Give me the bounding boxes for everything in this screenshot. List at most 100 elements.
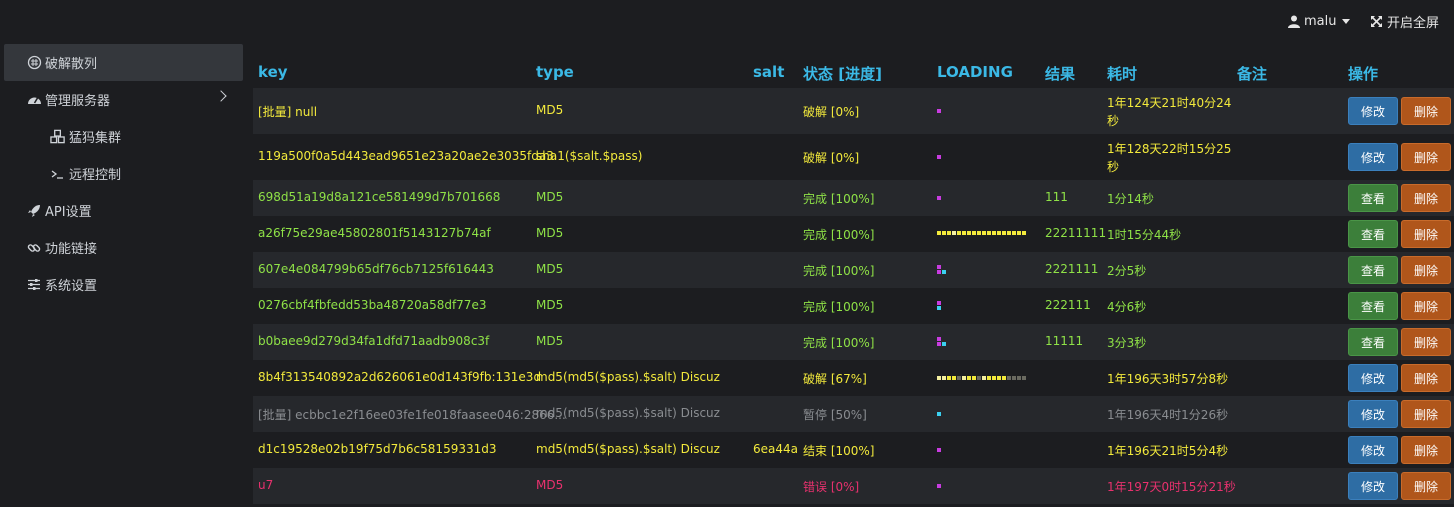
view-button[interactable]: 查看 xyxy=(1348,328,1398,356)
delete-button[interactable]: 删除 xyxy=(1401,472,1451,500)
sidebar-item-remote-control[interactable]: 远程控制 xyxy=(0,155,243,192)
column-header-loading: LOADING xyxy=(937,63,1013,81)
delete-button[interactable]: 删除 xyxy=(1401,220,1451,248)
loading-block xyxy=(997,231,1001,235)
key-cell: 698d51a19d8a121ce581499d7b701668 xyxy=(258,190,501,204)
key-cell: a26f75e29ae45802801f5143127b74af xyxy=(258,226,491,240)
key-cell: u7 xyxy=(258,478,274,492)
loading-block xyxy=(962,376,966,380)
result-cell: 22211111 xyxy=(1045,226,1107,240)
loading-block xyxy=(997,376,1001,380)
table-header: key type salt 状态 [进度] LOADING 结果 耗时 备注 操… xyxy=(253,52,1454,88)
table-body: [批量] null MD5 破解 [0%] 1年124天21时40分24 秒修改 删除 11… xyxy=(253,88,1454,504)
loading-block xyxy=(937,109,941,113)
type-cell: MD5 xyxy=(536,298,564,312)
sidebar-item-crack-hash[interactable]: 破解散列 xyxy=(4,44,243,81)
delete-button[interactable]: 删除 xyxy=(1401,328,1451,356)
time-cell: 1年128天22时15分25 xyxy=(1107,142,1232,156)
loading-block xyxy=(962,231,966,235)
table-row: 0276cbf4fbfedd53ba48720a58df77e3 MD5 完成 [1… xyxy=(253,288,1454,324)
time-cell-line2: 秒 xyxy=(1107,160,1120,174)
loading-indicator xyxy=(937,155,941,159)
time-cell: 1分14秒 xyxy=(1107,192,1154,206)
loading-block xyxy=(937,448,941,452)
type-cell: MD5 xyxy=(536,190,564,204)
delete-button[interactable]: 删除 xyxy=(1401,256,1451,284)
edit-button[interactable]: 修改 xyxy=(1348,364,1398,392)
sidebar-item-label: 远程控制 xyxy=(69,168,122,183)
key-cell: 119a500f0a5d443ead9651e23a20ae2e3035fda3 xyxy=(258,149,554,163)
loading-block xyxy=(937,376,941,380)
loading-block xyxy=(967,231,971,235)
fullscreen-button[interactable]: 开启全屏 xyxy=(1370,12,1439,31)
sidebar-item-system-settings[interactable]: 系统设置 xyxy=(0,266,243,303)
edit-button[interactable]: 修改 xyxy=(1348,400,1398,428)
loading-block xyxy=(972,376,976,380)
sidebar-item-mammoth-cluster[interactable]: 猛犸集群 xyxy=(0,118,243,155)
edit-button[interactable]: 修改 xyxy=(1348,472,1398,500)
loading-indicator xyxy=(937,109,941,113)
status-cell: 完成 [100%] xyxy=(803,300,875,314)
top-bar: malu 开启全屏 xyxy=(0,0,1454,40)
type-cell: MD5 xyxy=(536,334,564,348)
column-header-result: 结果 xyxy=(1045,65,1076,83)
type-cell: md5(md5($pass).$salt) Discuz xyxy=(536,442,720,456)
loading-block xyxy=(982,231,986,235)
loading-block xyxy=(937,342,941,346)
sidebar-item-manage-servers[interactable]: 管理服务器 xyxy=(0,81,243,118)
loading-block xyxy=(937,412,941,416)
loading-block xyxy=(1012,376,1016,380)
loading-indicator xyxy=(937,301,941,310)
loading-block xyxy=(942,270,946,274)
delete-button[interactable]: 删除 xyxy=(1401,292,1451,320)
delete-button[interactable]: 删除 xyxy=(1401,184,1451,212)
delete-button[interactable]: 删除 xyxy=(1401,143,1451,171)
view-button[interactable]: 查看 xyxy=(1348,292,1398,320)
delete-button[interactable]: 删除 xyxy=(1401,364,1451,392)
view-button[interactable]: 查看 xyxy=(1348,220,1398,248)
table-row: a26f75e29ae45802801f5143127b74af MD5 完成 [1… xyxy=(253,216,1454,252)
result-cell: 111 xyxy=(1045,190,1068,204)
time-cell: 1年196天4时1分26秒 xyxy=(1107,408,1229,422)
view-button[interactable]: 查看 xyxy=(1348,256,1398,284)
edit-button[interactable]: 修改 xyxy=(1348,143,1398,171)
delete-button[interactable]: 删除 xyxy=(1401,436,1451,464)
loading-block xyxy=(1017,231,1021,235)
column-header-key: key xyxy=(258,63,288,81)
type-cell: md5(md5($pass).$salt) Discuz xyxy=(536,370,720,384)
status-cell: 破解 [0%] xyxy=(803,105,860,119)
time-cell: 1时15分44秒 xyxy=(1107,228,1182,242)
column-header-note: 备注 xyxy=(1237,65,1268,83)
loading-block xyxy=(937,231,941,235)
table-row: [批量] null MD5 破解 [0%] 1年124天21时40分24 秒 修改 删除 xyxy=(253,88,1454,134)
sidebar-item-label: 破解散列 xyxy=(45,57,98,72)
time-cell: 4分6秒 xyxy=(1107,300,1147,314)
edit-button[interactable]: 修改 xyxy=(1348,97,1398,125)
status-cell: 暂停 [50%] xyxy=(803,408,867,422)
time-cell: 1年124天21时40分24 xyxy=(1107,96,1232,110)
loading-block xyxy=(1002,231,1006,235)
sidebar-item-api-settings[interactable]: API设置 xyxy=(0,192,243,229)
cubes-icon xyxy=(50,129,66,145)
table-row: 698d51a19d8a121ce581499d7b701668 MD5 完成 [1… xyxy=(253,180,1454,216)
status-cell: 破解 [0%] xyxy=(803,151,860,165)
time-cell: 1年196天21时5分4秒 xyxy=(1107,444,1229,458)
time-cell: 1年196天3时57分8秒 xyxy=(1107,372,1229,386)
loading-block xyxy=(957,376,961,380)
result-cell: 11111 xyxy=(1045,334,1084,348)
key-cell: d1c19528e02b19f75d7b6c58159331d3 xyxy=(258,442,497,456)
loading-block xyxy=(972,231,976,235)
delete-button[interactable]: 删除 xyxy=(1401,400,1451,428)
edit-button[interactable]: 修改 xyxy=(1348,436,1398,464)
loading-block xyxy=(977,231,981,235)
view-button[interactable]: 查看 xyxy=(1348,184,1398,212)
column-header-type: type xyxy=(536,63,574,81)
sidebar-item-function-links[interactable]: 功能链接 xyxy=(0,229,243,266)
loading-block xyxy=(1002,376,1006,380)
delete-button[interactable]: 删除 xyxy=(1401,97,1451,125)
loading-block xyxy=(967,376,971,380)
user-menu[interactable]: malu xyxy=(1288,12,1351,30)
user-icon xyxy=(1288,15,1300,28)
key-cell: 0276cbf4fbfedd53ba48720a58df77e3 xyxy=(258,298,487,312)
type-cell: sha1($salt.$pass) xyxy=(536,149,643,163)
